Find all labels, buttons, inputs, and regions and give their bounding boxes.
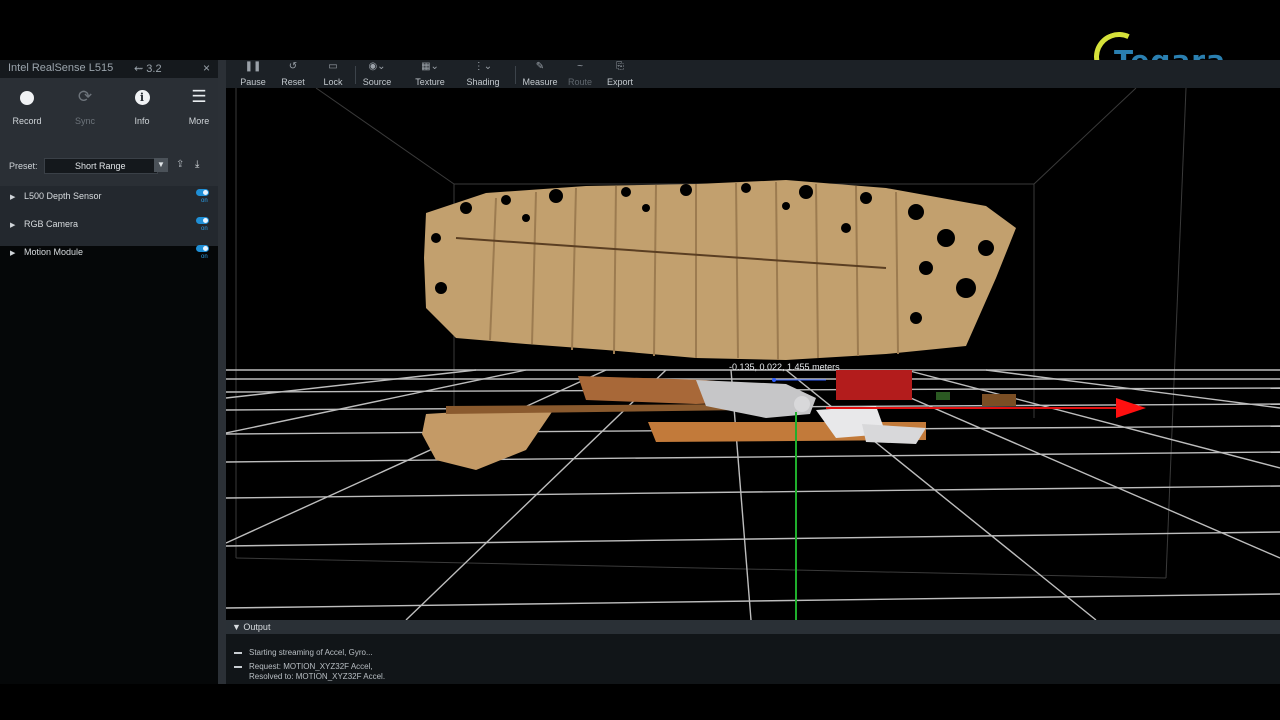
route-button[interactable]: ~ Route [566, 61, 594, 88]
texture-label: Texture [415, 77, 445, 87]
record-button[interactable]: Record [2, 86, 52, 126]
route-label: Route [567, 77, 593, 87]
texture-button[interactable]: ▦⌄ Texture [412, 61, 448, 88]
sensor-label: RGB Camera [24, 219, 79, 229]
sync-icon: ⟳ [77, 87, 93, 106]
measurement-readout: -0.135, 0.022, 1.455 meters [729, 362, 840, 372]
pause-button[interactable]: ❚❚ Pause [240, 61, 266, 88]
info-icon: i [117, 86, 167, 108]
log-line: Resolved to: MOTION_XYZ32F Accel. [249, 672, 386, 681]
expand-arrow-icon[interactable]: ▶ [10, 249, 15, 257]
log-line: Starting streaming of Accel, Gyro... [234, 648, 373, 657]
sensor-item-depth[interactable]: ▶ L500 Depth Sensor on [0, 186, 218, 214]
top-letterbox [0, 0, 1280, 66]
shading-button[interactable]: ⋮⌄ Shading [464, 61, 502, 88]
route-icon: ~ [577, 61, 583, 72]
usb-icon: ⇜ [134, 63, 147, 75]
reset-icon: ↺ [288, 61, 298, 72]
expand-arrow-icon[interactable]: ▶ [10, 193, 15, 201]
sync-button[interactable]: ⟳ Sync [60, 86, 110, 126]
pointcloud-viewport[interactable]: -0.135, 0.022, 1.455 meters [226, 88, 1280, 620]
output-title: ▼ Output [232, 622, 271, 632]
reset-button[interactable]: ↺ Reset [280, 61, 306, 88]
close-icon[interactable]: × [203, 61, 210, 75]
export-icon: ⎘ [616, 61, 624, 72]
preset-value: Short Range [75, 161, 126, 171]
source-label: Source [362, 77, 392, 87]
download-icon[interactable]: ⤓ [195, 159, 199, 170]
dash-icon [234, 651, 242, 654]
export-button[interactable]: ⎘ Export [604, 61, 636, 88]
sync-label: Sync [74, 116, 95, 126]
export-label: Export [606, 77, 633, 87]
record-label: Record [12, 116, 42, 126]
shading-label: Shading [466, 77, 500, 87]
usb-version: ⇜ 3.2 [134, 62, 162, 75]
preset-row: Preset: Short Range ▼ ⇪ ⤓ [0, 156, 218, 178]
x-axis-arrow-icon [1116, 398, 1146, 418]
source-button[interactable]: ◉⌄ Source [360, 61, 394, 88]
lock-button[interactable]: ▭ Lock [321, 61, 345, 88]
toolbar-separator [515, 66, 516, 84]
more-button[interactable]: ☰ More [174, 86, 224, 126]
sensor-list: ▶ L500 Depth Sensor on ▶ RGB Camera on ▶… [0, 186, 218, 260]
hand-pointcloud [696, 380, 816, 418]
preset-label: Preset: [9, 161, 38, 171]
chevron-down-icon[interactable]: ▼ [154, 158, 168, 172]
device-header[interactable]: Intel RealSense L515 ⇜ 3.2 × [0, 60, 218, 78]
output-panel: ▼ Output Starting streaming of Accel, Gy… [226, 620, 1280, 684]
viewer-toolbar: ❚❚ Pause ↺ Reset ▭ Lock ◉⌄ Source ▦⌄ Tex… [226, 60, 1280, 88]
panel-divider[interactable] [218, 60, 226, 684]
measure-button[interactable]: ✎ Measure [520, 61, 560, 88]
log-line: Request: MOTION_XYZ32F Accel, [234, 662, 373, 671]
texture-icon: ▦⌄ [421, 61, 439, 72]
reset-label: Reset [281, 77, 305, 87]
sensor-state: on [201, 254, 208, 260]
info-button[interactable]: i Info [117, 86, 167, 126]
sensor-item-rgb[interactable]: ▶ RGB Camera on [0, 214, 218, 242]
device-title: Intel RealSense L515 [8, 62, 114, 74]
bottom-letterbox [0, 684, 1280, 720]
sensor-state: on [201, 226, 208, 232]
sensor-toggle[interactable] [196, 189, 209, 196]
lock-icon: ▭ [328, 61, 338, 72]
usb-label: 3.2 [146, 63, 162, 75]
collapse-arrow-icon: ▼ [232, 622, 244, 632]
sensor-state: on [201, 198, 208, 204]
sensor-toggle[interactable] [196, 245, 209, 252]
sensor-label: L500 Depth Sensor [24, 191, 102, 201]
sensor-toggle[interactable] [196, 217, 209, 224]
device-panel: Intel RealSense L515 ⇜ 3.2 × Record ⟳ Sy… [0, 60, 218, 684]
dash-icon [234, 665, 242, 668]
expand-arrow-icon[interactable]: ▶ [10, 221, 15, 229]
more-label: More [188, 116, 210, 126]
measure-point [772, 378, 776, 382]
pause-icon: ❚❚ [244, 61, 262, 72]
source-icon: ◉⌄ [368, 61, 386, 72]
device-toolbar: Record ⟳ Sync i Info ☰ More Preset: Shor… [0, 78, 218, 186]
info-label: Info [134, 116, 150, 126]
measure-label: Measure [522, 77, 558, 87]
preset-dropdown[interactable]: Short Range [44, 158, 158, 174]
output-header[interactable]: ▼ Output [226, 620, 1280, 634]
menu-icon: ☰ [191, 87, 207, 106]
sensor-label: Motion Module [24, 247, 84, 257]
wall-pointcloud [424, 180, 1016, 361]
sensor-item-motion[interactable]: ▶ Motion Module on [0, 242, 218, 266]
shading-icon: ⋮⌄ [473, 61, 493, 72]
record-icon [2, 86, 52, 108]
pause-label: Pause [240, 77, 266, 87]
upload-icon[interactable]: ⇪ [176, 159, 184, 170]
pointcloud-scene [226, 88, 1280, 620]
lock-label: Lock [323, 77, 343, 87]
toolbar-separator [355, 66, 356, 84]
measure-icon: ✎ [535, 61, 545, 72]
